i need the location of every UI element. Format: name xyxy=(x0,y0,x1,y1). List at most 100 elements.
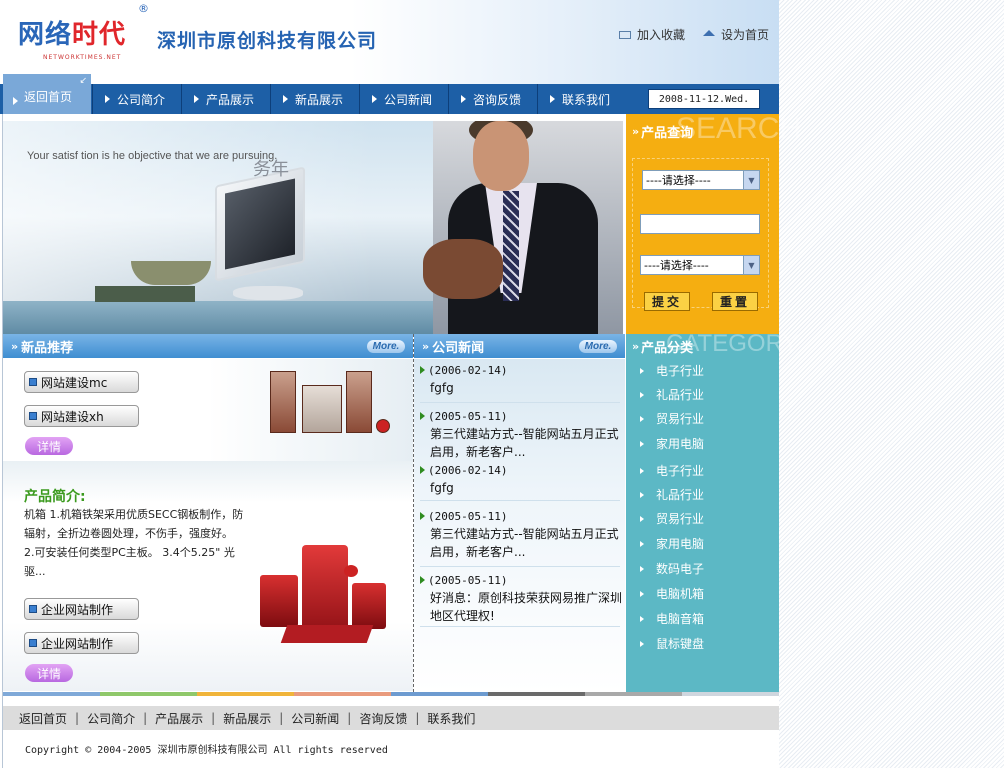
nav-item-about[interactable]: 公司简介 xyxy=(92,84,181,114)
enterprise-site-button-1[interactable]: 企业网站制作 xyxy=(24,598,139,620)
double-arrow-icon: » xyxy=(632,340,639,353)
bullet-arrow-icon xyxy=(640,615,644,622)
news-date-text: (2005-05-11) xyxy=(428,573,508,587)
product-button-1[interactable]: 网站建设mc xyxy=(24,371,139,393)
news-item[interactable]: (2006-02-14) fgfg xyxy=(420,361,625,397)
home-icon xyxy=(702,29,715,36)
category-panel: CATEGORY » 产品分类 电子行业 礼品行业 贸易行业 家用电脑 电子行业 … xyxy=(626,330,798,692)
footer-link-home[interactable]: 返回首页 xyxy=(19,710,67,727)
news-header: » 公司新闻 More. xyxy=(414,334,625,358)
category-item[interactable]: 礼品行业 xyxy=(640,486,704,503)
nav-item-label: 公司新闻 xyxy=(384,92,433,107)
nav-arrow-icon xyxy=(461,95,466,103)
logo-text-a: 网络 xyxy=(18,20,73,50)
search-type-select[interactable]: ----请选择---- ▼ xyxy=(640,255,760,275)
news-divider-line xyxy=(420,402,620,403)
nav-item-contact[interactable]: 联系我们 xyxy=(537,84,626,114)
news-text: 好消息：原创科技荣获网易推广深圳地区代理权! xyxy=(430,591,623,623)
nav-arrow-icon xyxy=(283,95,288,103)
detail-button-2[interactable]: 详情 xyxy=(25,664,73,682)
product-button-2[interactable]: 网站建设xh xyxy=(24,405,139,427)
category-label: 电子行业 xyxy=(656,464,705,478)
nav-item-products[interactable]: 产品展示 xyxy=(181,84,270,114)
products-more-button[interactable]: More. xyxy=(367,340,405,353)
footer-link-about[interactable]: 公司简介 xyxy=(87,710,135,727)
nav-arrow-icon xyxy=(372,95,377,103)
category-item[interactable]: 家用电脑 xyxy=(640,435,704,452)
news-more-button[interactable]: More. xyxy=(579,340,617,353)
category-item[interactable]: 家用电脑 xyxy=(640,535,704,552)
news-item[interactable]: (2005-05-11) 第三代建站方式--智能网站五月正式启用，新老客户... xyxy=(420,407,625,461)
bullet-arrow-icon xyxy=(420,576,425,584)
product-intro-body: 机箱 1.机箱铁架采用优质SECC钢板制作，防辐射，全折边卷圆处理，不伤手，强度… xyxy=(24,508,244,578)
enterprise-site-button-2[interactable]: 企业网站制作 xyxy=(24,632,139,654)
news-divider-line xyxy=(420,500,620,501)
banner-person-head xyxy=(473,121,529,191)
news-item[interactable]: (2005-05-11) 好消息：原创科技荣获网易推广深圳地区代理权! xyxy=(420,571,625,625)
news-item[interactable]: (2006-02-14) fgfg xyxy=(420,461,625,497)
news-text: 第三代建站方式--智能网站五月正式启用，新老客户... xyxy=(430,427,619,459)
nav-item-label: 咨询反馈 xyxy=(473,92,522,107)
category-item[interactable]: 数码电子 xyxy=(640,560,704,577)
news-title: 公司新闻 xyxy=(432,340,485,356)
stripe xyxy=(585,692,682,696)
enterprise-button-label: 企业网站制作 xyxy=(41,602,114,617)
footer-link-products[interactable]: 产品展示 xyxy=(155,710,203,727)
banner-books xyxy=(95,286,195,302)
footer-link-new-products[interactable]: 新品展示 xyxy=(223,710,271,727)
nav-arrow-icon xyxy=(194,95,199,103)
footer-separator: | xyxy=(279,711,284,725)
enterprise-button-label: 企业网站制作 xyxy=(41,636,114,651)
nav-home[interactable]: ↙ 返回首页 xyxy=(3,74,91,114)
detail-button-1[interactable]: 详情 xyxy=(25,437,73,455)
category-item[interactable]: 贸易行业 xyxy=(640,510,704,527)
stripe xyxy=(391,692,488,696)
news-text: fgfg xyxy=(430,381,454,395)
category-item[interactable]: 礼品行业 xyxy=(640,386,704,403)
registered-mark: ® xyxy=(138,2,149,15)
set-homepage-label: 设为首页 xyxy=(720,28,769,42)
banner-monitor-screen xyxy=(225,178,295,270)
stripe xyxy=(294,692,391,696)
reset-button[interactable]: 重置 xyxy=(712,292,758,311)
main-nav: ↙ 返回首页 公司简介 产品展示 新品展示 公司新闻 咨询反馈 联系我们 200… xyxy=(0,74,779,114)
logo[interactable]: 网络时代 NETWORKTIMES.NET xyxy=(18,14,146,61)
news-date: (2005-05-11) xyxy=(420,507,625,525)
square-bullet-icon xyxy=(29,639,37,647)
search-keyword-input[interactable] xyxy=(640,214,760,234)
footer-link-feedback[interactable]: 咨询反馈 xyxy=(359,710,407,727)
category-item[interactable]: 贸易行业 xyxy=(640,410,704,427)
nav-arrow-icon xyxy=(13,97,18,105)
chevron-down-icon: ▼ xyxy=(743,171,759,189)
category-item[interactable]: 电脑音箱 xyxy=(640,610,704,627)
footer-link-contact[interactable]: 联系我们 xyxy=(427,710,475,727)
category-item[interactable]: 电子行业 xyxy=(640,462,704,479)
set-homepage-link[interactable]: 设为首页 xyxy=(702,26,769,43)
footer-stripes xyxy=(3,692,779,696)
news-divider-line xyxy=(420,626,620,627)
add-favorite-link[interactable]: 加入收藏 xyxy=(618,26,685,43)
category-item[interactable]: 电子行业 xyxy=(640,362,704,379)
category-item[interactable]: 电脑机箱 xyxy=(640,585,704,602)
new-products-title: 新品推荐 xyxy=(21,340,74,356)
search-category-select[interactable]: ----请选择---- ▼ xyxy=(642,170,760,190)
bullet-arrow-icon xyxy=(420,512,425,520)
category-label: 电脑音箱 xyxy=(656,612,705,626)
nav-item-new-products[interactable]: 新品展示 xyxy=(270,84,359,114)
stripe xyxy=(197,692,294,696)
nav-item-label: 公司简介 xyxy=(117,92,166,107)
banner-image: Your satisf tion is he objective that we… xyxy=(3,121,623,334)
pc-keyboard xyxy=(280,625,374,643)
submit-button[interactable]: 提交 xyxy=(644,292,690,311)
category-item[interactable]: 鼠标键盘 xyxy=(640,635,704,652)
bullet-arrow-icon xyxy=(640,367,644,374)
news-item[interactable]: (2005-05-11) 第三代建站方式--智能网站五月正式启用，新老客户... xyxy=(420,507,625,561)
nav-item-feedback[interactable]: 咨询反馈 xyxy=(448,84,537,114)
mail-icon xyxy=(618,30,631,39)
nav-home-label: 返回首页 xyxy=(24,90,73,104)
nav-item-news[interactable]: 公司新闻 xyxy=(359,84,448,114)
footer-link-news[interactable]: 公司新闻 xyxy=(291,710,339,727)
category-label: 家用电脑 xyxy=(656,537,705,551)
square-bullet-icon xyxy=(29,412,37,420)
pc-speaker-right xyxy=(352,583,386,629)
